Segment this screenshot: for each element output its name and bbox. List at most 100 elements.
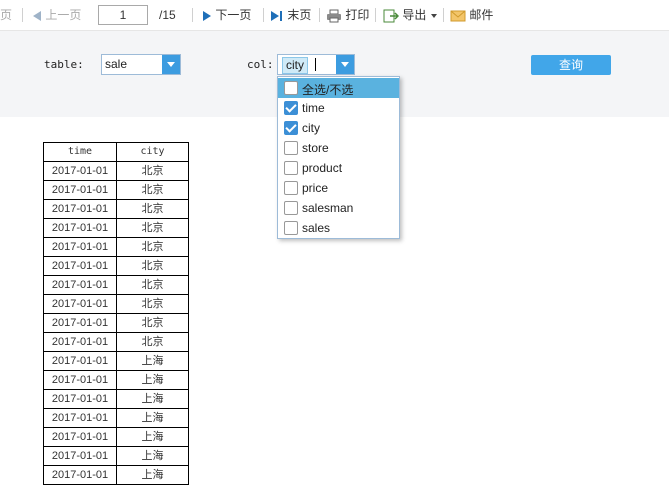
print-label: 打印	[345, 8, 370, 22]
cell-time: 2017-01-01	[43, 427, 117, 447]
checkbox-icon[interactable]	[284, 221, 298, 235]
option-label: salesman	[302, 201, 354, 215]
column-header-time: time	[43, 142, 117, 162]
last-page-label: 末页	[287, 8, 312, 22]
cell-time: 2017-01-01	[43, 465, 117, 485]
last-page-icon	[271, 10, 282, 21]
cell-city: 北京	[116, 313, 189, 333]
table-row: 2017-01-01 北京	[43, 199, 189, 219]
cell-city: 北京	[116, 161, 189, 181]
next-page-label: 下一页	[215, 8, 252, 22]
selected-tag-city[interactable]: city	[282, 57, 308, 74]
cell-city: 北京	[116, 180, 189, 200]
checkbox-icon[interactable]	[284, 201, 298, 215]
cell-time: 2017-01-01	[43, 256, 117, 276]
option-salesman[interactable]: salesman	[278, 198, 399, 218]
table-row: 2017-01-01 上海	[43, 408, 189, 428]
checkbox-icon[interactable]	[284, 141, 298, 155]
table-select-value: sale	[105, 57, 128, 71]
export-icon	[383, 9, 399, 23]
query-button[interactable]: 查询	[531, 55, 611, 75]
table-row: 2017-01-01 上海	[43, 427, 189, 447]
page-total: /15	[159, 8, 176, 22]
toolbar-divider	[319, 8, 320, 22]
cell-city: 上海	[116, 465, 189, 485]
chevron-down-icon[interactable]	[336, 55, 354, 74]
cell-city: 北京	[116, 332, 189, 352]
checkbox-checked-icon[interactable]	[284, 101, 298, 115]
prev-page-label: 上一页	[45, 8, 82, 22]
chevron-down-icon[interactable]	[162, 55, 180, 74]
option-label: city	[302, 121, 320, 135]
table-row: 2017-01-01 北京	[43, 332, 189, 352]
col-param-label: col:	[247, 58, 274, 71]
table-row: 2017-01-01 北京	[43, 218, 189, 238]
table-header-row: time city	[43, 142, 189, 162]
triangle-left-icon	[33, 10, 41, 21]
cell-city: 上海	[116, 351, 189, 371]
cell-city: 上海	[116, 446, 189, 466]
option-city[interactable]: city	[278, 118, 399, 138]
cell-time: 2017-01-01	[43, 351, 117, 371]
table-row: 2017-01-01 北京	[43, 256, 189, 276]
option-label: time	[302, 101, 325, 115]
table-row: 2017-01-01 北京	[43, 313, 189, 333]
export-button[interactable]: 导出	[383, 7, 438, 23]
toolbar-divider	[443, 8, 444, 22]
chevron-down-icon	[430, 13, 437, 18]
column-header-city: city	[116, 142, 189, 162]
toolbar-divider	[22, 8, 23, 22]
text-caret	[315, 58, 316, 71]
cell-time: 2017-01-01	[43, 237, 117, 257]
checkbox-checked-icon[interactable]	[284, 121, 298, 135]
option-label: store	[302, 141, 329, 155]
table-row: 2017-01-01 上海	[43, 465, 189, 485]
select-all-option[interactable]: 全选/不选	[278, 78, 399, 98]
table-row: 2017-01-01 北京	[43, 180, 189, 200]
cell-time: 2017-01-01	[43, 161, 117, 181]
option-store[interactable]: store	[278, 138, 399, 158]
next-page-button[interactable]: 下一页	[202, 7, 251, 23]
table-row: 2017-01-01 北京	[43, 161, 189, 181]
table-row: 2017-01-01 上海	[43, 389, 189, 409]
cell-time: 2017-01-01	[43, 446, 117, 466]
cell-time: 2017-01-01	[43, 294, 117, 314]
select-all-label: 全选/不选	[302, 83, 354, 97]
table-row: 2017-01-01 上海	[43, 370, 189, 390]
cell-time: 2017-01-01	[43, 389, 117, 409]
option-time[interactable]: time	[278, 98, 399, 118]
cell-city: 上海	[116, 389, 189, 409]
first-page-button[interactable]: 页	[0, 7, 12, 23]
checkbox-icon[interactable]	[284, 81, 298, 95]
option-sales[interactable]: sales	[278, 218, 399, 238]
print-button[interactable]: 打印	[326, 7, 369, 23]
option-label: product	[302, 161, 343, 175]
checkbox-icon[interactable]	[284, 161, 298, 175]
cell-city: 北京	[116, 237, 189, 257]
checkbox-icon[interactable]	[284, 181, 298, 195]
cell-city: 北京	[116, 218, 189, 238]
cell-city: 上海	[116, 427, 189, 447]
report-table: time city 2017-01-01 北京 2017-01-01 北京 2017…	[43, 142, 189, 485]
cell-city: 北京	[116, 275, 189, 295]
table-row: 2017-01-01 北京	[43, 237, 189, 257]
cell-time: 2017-01-01	[43, 332, 117, 352]
page-number-input[interactable]	[98, 5, 148, 25]
option-product[interactable]: product	[278, 158, 399, 178]
option-label: sales	[302, 221, 331, 235]
envelope-icon	[450, 10, 466, 22]
cell-city: 上海	[116, 370, 189, 390]
col-dropdown-list: 全选/不选 time city store product price sale…	[277, 76, 400, 239]
toolbar-divider	[192, 8, 193, 22]
option-price[interactable]: price	[278, 178, 399, 198]
table-select[interactable]: sale	[101, 54, 181, 75]
toolbar-divider	[263, 8, 264, 22]
cell-city: 北京	[116, 199, 189, 219]
table-param-label: table:	[44, 58, 84, 71]
last-page-button[interactable]: 末页	[270, 7, 311, 23]
cell-city: 北京	[116, 256, 189, 276]
option-label: price	[302, 181, 329, 195]
mail-button[interactable]: 邮件	[450, 7, 493, 23]
col-multiselect[interactable]: city	[277, 54, 355, 75]
prev-page-button[interactable]: 上一页	[32, 7, 81, 23]
